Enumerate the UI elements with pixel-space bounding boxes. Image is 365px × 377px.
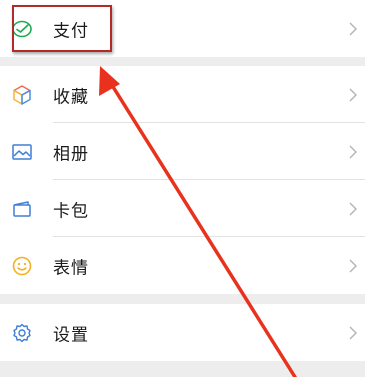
- chevron-right-icon: [349, 326, 357, 339]
- card-icon: [13, 200, 31, 217]
- wechat-me-menu: 支付 收藏 相册 卡包 表情 设置: [0, 0, 365, 361]
- menu-item-settings[interactable]: 设置: [0, 304, 365, 361]
- menu-item-label: 卡包: [53, 201, 89, 221]
- chevron-right-icon: [349, 145, 357, 158]
- chevron-right-icon: [349, 259, 357, 272]
- menu-item-favorites[interactable]: 收藏: [0, 66, 365, 123]
- menu-group-settings: 设置: [0, 304, 365, 361]
- menu-item-label: 相册: [53, 144, 89, 164]
- menu-item-label: 表情: [53, 258, 89, 278]
- menu-item-stickers[interactable]: 表情: [0, 237, 365, 294]
- menu-group-pay: 支付: [0, 0, 365, 57]
- chevron-right-icon: [349, 22, 357, 35]
- picture-icon: [12, 143, 32, 160]
- section-gap: [0, 57, 365, 66]
- chevron-right-icon: [349, 88, 357, 101]
- cube-icon: [13, 84, 31, 105]
- gear-icon: [13, 323, 31, 342]
- menu-item-cards[interactable]: 卡包: [0, 180, 365, 237]
- menu-item-label: 支付: [53, 21, 89, 41]
- menu-item-pay[interactable]: 支付: [0, 0, 365, 57]
- pay-check-icon: [12, 20, 32, 37]
- menu-group-main: 收藏 相册 卡包 表情: [0, 66, 365, 294]
- smile-icon: [12, 256, 32, 275]
- chevron-right-icon: [349, 202, 357, 215]
- menu-item-label: 设置: [53, 325, 89, 345]
- menu-item-label: 收藏: [53, 87, 89, 107]
- section-gap: [0, 294, 365, 304]
- menu-item-album[interactable]: 相册: [0, 123, 365, 180]
